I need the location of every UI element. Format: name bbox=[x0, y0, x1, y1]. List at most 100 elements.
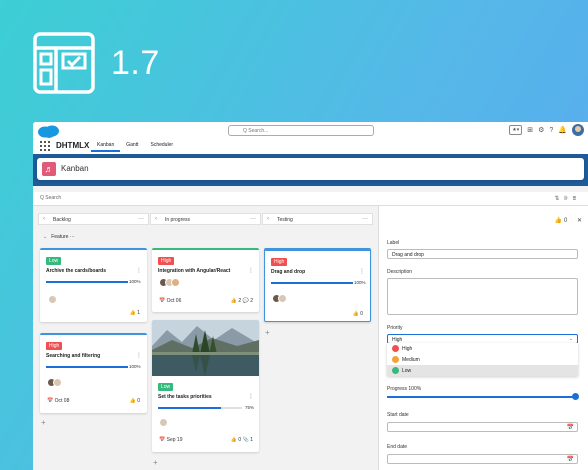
page-header: ♬ Kanban bbox=[37, 158, 584, 180]
label-input[interactable]: Drag and drop bbox=[387, 249, 578, 259]
add-card-button[interactable]: + bbox=[41, 418, 46, 427]
board-search-input[interactable]: Q Search bbox=[40, 195, 61, 201]
swimlane-label: Feature bbox=[51, 234, 69, 240]
likes-count[interactable]: 👍 2 bbox=[231, 298, 241, 304]
priority-option-low[interactable]: Low bbox=[387, 365, 578, 376]
column-menu-icon[interactable]: ··· bbox=[250, 216, 256, 222]
priority-tag: High bbox=[158, 257, 175, 265]
kanban-card[interactable]: High Searching and filtering ⋮ 100% 📅 Oc… bbox=[40, 333, 147, 413]
kanban-card[interactable]: High Integration with Angular/React ⋮ 📅 … bbox=[152, 248, 259, 312]
start-date-title: Start date bbox=[387, 412, 409, 418]
likes-value: 0 bbox=[137, 398, 140, 404]
comments-value: 2 bbox=[250, 298, 253, 304]
favorites-star-icon[interactable]: ★▾ bbox=[509, 125, 523, 135]
kanban-card[interactable]: Low Set the tasks priorities ⋮ 75% 📅 Sep… bbox=[152, 320, 259, 452]
calendar-icon[interactable]: 📅 bbox=[567, 424, 574, 431]
card-color-bar bbox=[40, 333, 147, 335]
add-column-icon[interactable]: ⊪ bbox=[564, 196, 573, 202]
setup-icon[interactable]: ⚙ bbox=[538, 126, 544, 134]
attachments-count[interactable]: 📎 1 bbox=[243, 437, 253, 443]
card-color-bar bbox=[265, 249, 370, 251]
comments-count[interactable]: 💬 2 bbox=[243, 298, 253, 304]
kanban-card-selected[interactable]: High Drag and drop ⋮ 100% 👍 0 bbox=[264, 248, 371, 322]
card-progress-bar bbox=[158, 407, 242, 409]
progress-slider-track[interactable] bbox=[387, 396, 575, 398]
calendar-icon[interactable]: 📅 bbox=[567, 456, 574, 463]
card-color-bar bbox=[152, 248, 259, 250]
likes-count[interactable]: 👍 0 bbox=[353, 311, 363, 317]
help-icon[interactable]: ? bbox=[549, 127, 553, 134]
likes-count[interactable]: 👍 0 bbox=[231, 437, 241, 443]
likes-value: 1 bbox=[137, 310, 140, 316]
column-header-testing: ‹ Testing ··· bbox=[262, 213, 373, 225]
chevron-down-icon: ⌄ bbox=[568, 336, 573, 342]
tab-scheduler[interactable]: Scheduler bbox=[144, 139, 179, 152]
sort-icon[interactable]: ⇅ bbox=[555, 196, 564, 202]
end-date-input[interactable]: 📅 bbox=[387, 454, 578, 464]
kanban-board: ‹ Backlog ··· ‹ In progress ··· ‹ Testin… bbox=[33, 206, 378, 470]
card-menu-icon[interactable]: ⋮ bbox=[136, 352, 142, 359]
kanban-board-icon bbox=[33, 32, 95, 94]
add-card-button[interactable]: + bbox=[153, 458, 158, 467]
column-menu-icon[interactable]: ··· bbox=[138, 216, 144, 222]
due-date: 📅 Oct 06 bbox=[159, 298, 182, 304]
card-menu-icon[interactable]: ⋮ bbox=[359, 268, 365, 275]
priority-dropdown-list: High Medium Low bbox=[387, 343, 578, 376]
progress-fill bbox=[158, 407, 221, 409]
likes-count[interactable]: 👍 0 bbox=[555, 218, 567, 224]
global-search-input[interactable]: Q Search... bbox=[228, 125, 374, 136]
progress-fill bbox=[46, 281, 128, 283]
app-launcher-icon[interactable] bbox=[40, 141, 50, 151]
likes-value: 0 bbox=[360, 311, 363, 317]
progress-fill bbox=[271, 282, 353, 284]
collapse-chevron-icon[interactable]: ‹ bbox=[267, 216, 269, 222]
start-date-input[interactable]: 📅 bbox=[387, 422, 578, 432]
description-field-title: Description bbox=[387, 269, 413, 275]
priority-option-medium[interactable]: Medium bbox=[387, 354, 578, 365]
attachments-value: 1 bbox=[250, 437, 253, 443]
priority-color-dot bbox=[392, 356, 399, 363]
collapse-chevron-icon[interactable]: ‹ bbox=[155, 216, 157, 222]
card-menu-icon[interactable]: ⋮ bbox=[248, 393, 254, 400]
swimlane-menu-icon[interactable]: ··· bbox=[70, 234, 75, 240]
likes-count[interactable]: 👍 1 bbox=[130, 310, 140, 316]
priority-tag: Low bbox=[46, 257, 62, 265]
notifications-bell-icon[interactable]: 🔔 bbox=[558, 126, 567, 134]
filter-icon[interactable]: ⩩ bbox=[573, 196, 580, 202]
tab-kanban[interactable]: Kanban bbox=[91, 139, 121, 152]
progress-label: 100% bbox=[129, 364, 141, 369]
kanban-card[interactable]: Low Archive the cards/boards ⋮ 100% 👍 1 bbox=[40, 248, 147, 322]
card-title: Set the tasks priorities bbox=[158, 394, 212, 400]
priority-tag: High bbox=[46, 342, 63, 350]
toolbar-icons: ⇅⊪⩩ bbox=[555, 195, 580, 203]
search-placeholder: Q Search... bbox=[243, 128, 269, 134]
priority-color-dot bbox=[392, 345, 399, 352]
assignee-avatar bbox=[53, 378, 62, 387]
progress-label: 100% bbox=[129, 279, 141, 284]
add-card-button[interactable]: + bbox=[265, 328, 270, 337]
likes-count[interactable]: 👍 0 bbox=[130, 398, 140, 404]
progress-slider-handle[interactable] bbox=[572, 393, 579, 400]
tab-gantt[interactable]: Gantt bbox=[120, 139, 144, 152]
column-menu-icon[interactable]: ··· bbox=[362, 216, 368, 222]
user-avatar[interactable] bbox=[572, 124, 584, 136]
option-label: Low bbox=[402, 368, 412, 374]
card-stats: 👍 2 💬 2 bbox=[231, 298, 253, 304]
card-menu-icon[interactable]: ⋮ bbox=[248, 267, 254, 274]
assignee-avatar bbox=[278, 294, 287, 303]
progress-fill bbox=[46, 366, 128, 368]
card-menu-icon[interactable]: ⋮ bbox=[136, 267, 142, 274]
label-field-title: Label bbox=[387, 240, 400, 246]
description-textarea[interactable] bbox=[387, 278, 578, 315]
priority-option-high[interactable]: High bbox=[387, 343, 578, 354]
card-title: Drag and drop bbox=[271, 269, 306, 275]
editor-actions: 👍 0 ✕ bbox=[555, 217, 582, 224]
app-window: DHTMLX Kanban Gantt Scheduler Q Search..… bbox=[33, 122, 588, 470]
nav-tabs: Kanban Gantt Scheduler bbox=[91, 139, 179, 152]
swimlane-header[interactable]: ⌄ Feature ··· bbox=[43, 234, 75, 240]
option-label: Medium bbox=[402, 357, 420, 363]
swimlane-chevron-icon[interactable]: ⌄ bbox=[43, 234, 47, 240]
collapse-chevron-icon[interactable]: ‹ bbox=[43, 216, 45, 222]
close-icon[interactable]: ✕ bbox=[577, 218, 582, 224]
add-icon[interactable]: ⊞ bbox=[527, 126, 533, 134]
